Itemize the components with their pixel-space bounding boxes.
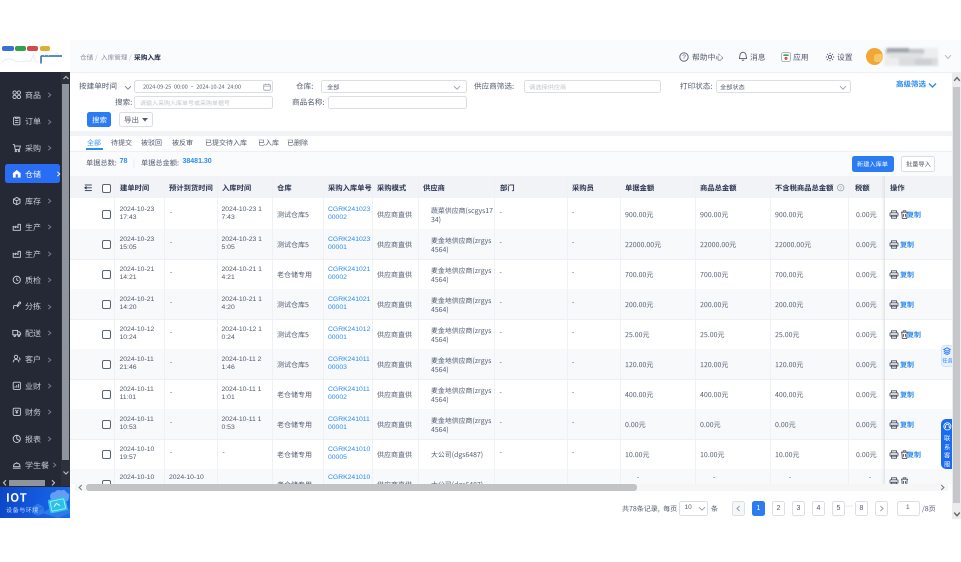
svg-text:?: ? <box>839 185 842 191</box>
svg-text:?: ? <box>682 54 686 61</box>
